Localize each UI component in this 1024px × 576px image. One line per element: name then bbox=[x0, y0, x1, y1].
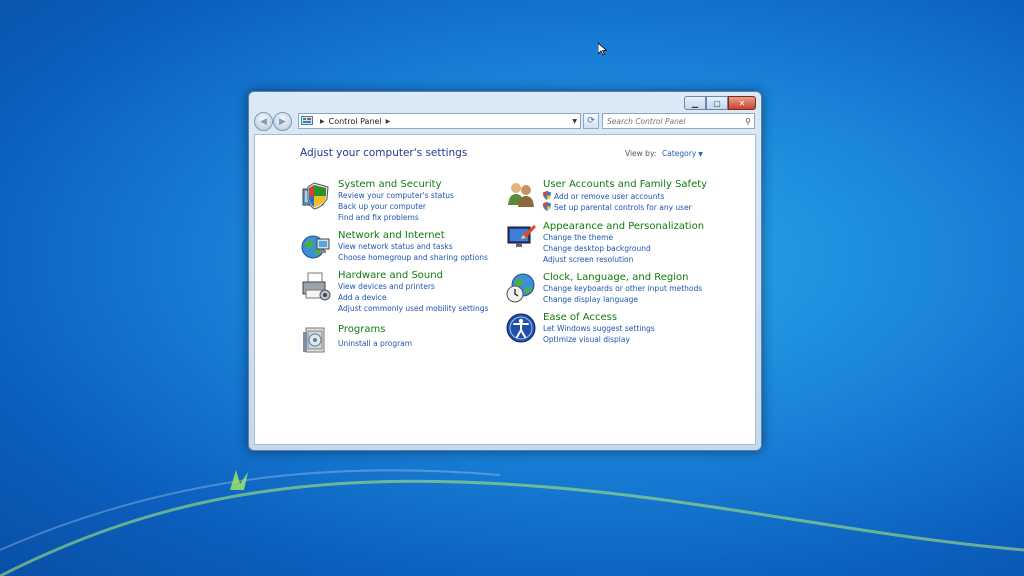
caption-buttons: ▁ ▢ ✕ bbox=[684, 96, 756, 110]
view-by-label: View by: bbox=[625, 149, 657, 158]
page-title: Adjust your computer's settings bbox=[300, 147, 468, 159]
link-text: Set up parental controls for any user bbox=[554, 203, 692, 212]
mouse-cursor-icon bbox=[598, 43, 607, 56]
refresh-icon: ⟳ bbox=[587, 116, 595, 126]
link-change-keyboards[interactable]: Change keyboards or other input methods bbox=[543, 284, 702, 293]
link-parental-controls[interactable]: Set up parental controls for any user bbox=[543, 202, 692, 212]
address-dropdown-icon[interactable]: ▼ bbox=[569, 118, 580, 125]
view-by-value: Category bbox=[662, 149, 697, 158]
close-button[interactable]: ✕ bbox=[728, 96, 756, 110]
uac-shield-icon bbox=[543, 202, 551, 211]
category-title[interactable]: Clock, Language, and Region bbox=[543, 272, 688, 283]
breadcrumb-control-panel[interactable]: Control Panel bbox=[329, 117, 382, 126]
breadcrumb-arrow-icon[interactable]: ▶ bbox=[386, 118, 391, 125]
link-find-fix[interactable]: Find and fix problems bbox=[338, 213, 419, 222]
forward-button[interactable]: ▶ bbox=[273, 112, 292, 131]
link-change-theme[interactable]: Change the theme bbox=[543, 233, 613, 242]
link-homegroup[interactable]: Choose homegroup and sharing options bbox=[338, 253, 488, 262]
link-suggest-settings[interactable]: Let Windows suggest settings bbox=[543, 324, 655, 333]
network-globe-icon bbox=[301, 235, 330, 259]
category-title[interactable]: Ease of Access bbox=[543, 312, 617, 323]
link-desktop-background[interactable]: Change desktop background bbox=[543, 244, 651, 253]
ease-of-access-icon bbox=[506, 313, 536, 343]
programs-icon bbox=[303, 327, 325, 353]
content-pane: Adjust your computer's settings View by:… bbox=[254, 134, 756, 445]
link-devices-printers[interactable]: View devices and printers bbox=[338, 282, 435, 291]
category-title[interactable]: User Accounts and Family Safety bbox=[543, 179, 707, 190]
users-icon bbox=[508, 183, 534, 207]
link-optimize-visual[interactable]: Optimize visual display bbox=[543, 335, 630, 344]
category-title[interactable]: Hardware and Sound bbox=[338, 270, 443, 281]
printer-icon bbox=[302, 272, 331, 301]
link-display-language[interactable]: Change display language bbox=[543, 295, 638, 304]
view-by-dropdown[interactable]: Category ▼ bbox=[662, 149, 703, 158]
control-panel-window: ▁ ▢ ✕ ◀ ▶ ▶ Control Panel ▶ ▼ ⟳ ⚲ Adjust… bbox=[248, 91, 762, 451]
link-text: Add or remove user accounts bbox=[554, 192, 665, 201]
chevron-down-icon: ▼ bbox=[698, 151, 703, 158]
back-arrow-icon: ◀ bbox=[260, 116, 267, 127]
link-mobility-settings[interactable]: Adjust commonly used mobility settings bbox=[338, 304, 488, 313]
search-box[interactable]: ⚲ bbox=[602, 113, 755, 129]
link-uninstall-program[interactable]: Uninstall a program bbox=[338, 339, 412, 348]
minimize-button[interactable]: ▁ bbox=[684, 96, 706, 110]
system-security-icon bbox=[302, 182, 329, 210]
back-button[interactable]: ◀ bbox=[254, 112, 273, 131]
uac-shield-icon bbox=[543, 191, 551, 200]
category-title[interactable]: Appearance and Personalization bbox=[543, 221, 704, 232]
navigation-bar: ◀ ▶ ▶ Control Panel ▶ ▼ ⟳ ⚲ bbox=[254, 111, 756, 133]
forward-arrow-icon: ▶ bbox=[279, 116, 286, 127]
search-input[interactable] bbox=[607, 116, 737, 126]
refresh-button[interactable]: ⟳ bbox=[583, 113, 599, 129]
category-title[interactable]: System and Security bbox=[338, 179, 442, 190]
maximize-button[interactable]: ▢ bbox=[706, 96, 728, 110]
clock-globe-icon bbox=[506, 273, 535, 303]
search-icon[interactable]: ⚲ bbox=[745, 117, 751, 126]
link-network-status[interactable]: View network status and tasks bbox=[338, 242, 453, 251]
control-panel-icon bbox=[301, 116, 313, 125]
appearance-icon bbox=[507, 225, 536, 247]
link-back-up[interactable]: Back up your computer bbox=[338, 202, 426, 211]
link-review-status[interactable]: Review your computer's status bbox=[338, 191, 454, 200]
address-bar[interactable]: ▶ Control Panel ▶ ▼ bbox=[298, 113, 581, 129]
breadcrumb-arrow-icon: ▶ bbox=[320, 117, 325, 125]
category-title[interactable]: Network and Internet bbox=[338, 230, 445, 241]
link-add-device[interactable]: Add a device bbox=[338, 293, 387, 302]
category-title[interactable]: Programs bbox=[338, 324, 385, 335]
link-screen-resolution[interactable]: Adjust screen resolution bbox=[543, 255, 633, 264]
link-add-remove-users[interactable]: Add or remove user accounts bbox=[543, 191, 664, 201]
